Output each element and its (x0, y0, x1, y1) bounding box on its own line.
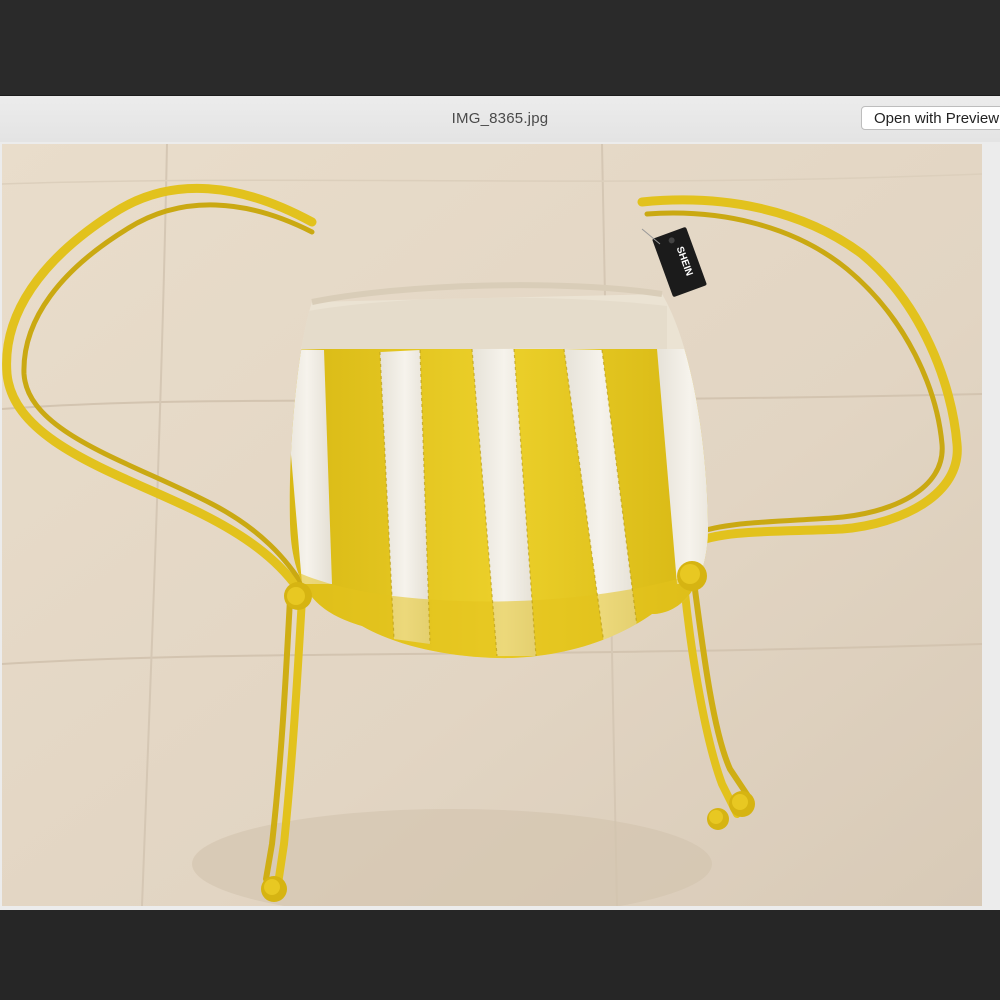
desktop-top-strip (0, 0, 1000, 96)
image-preview: SHEIN (2, 144, 982, 906)
quick-look-window: IMG_8365.jpg Open with Preview SHEIN (0, 96, 1000, 910)
window-titlebar: IMG_8365.jpg Open with Preview (0, 96, 1000, 142)
photo-drawstring-bag: SHEIN (2, 144, 982, 906)
desktop-bottom-strip (0, 910, 1000, 1000)
window-right-edge (984, 144, 1000, 906)
open-with-preview-button[interactable]: Open with Preview (861, 106, 1000, 130)
window-title: IMG_8365.jpg (451, 110, 549, 127)
